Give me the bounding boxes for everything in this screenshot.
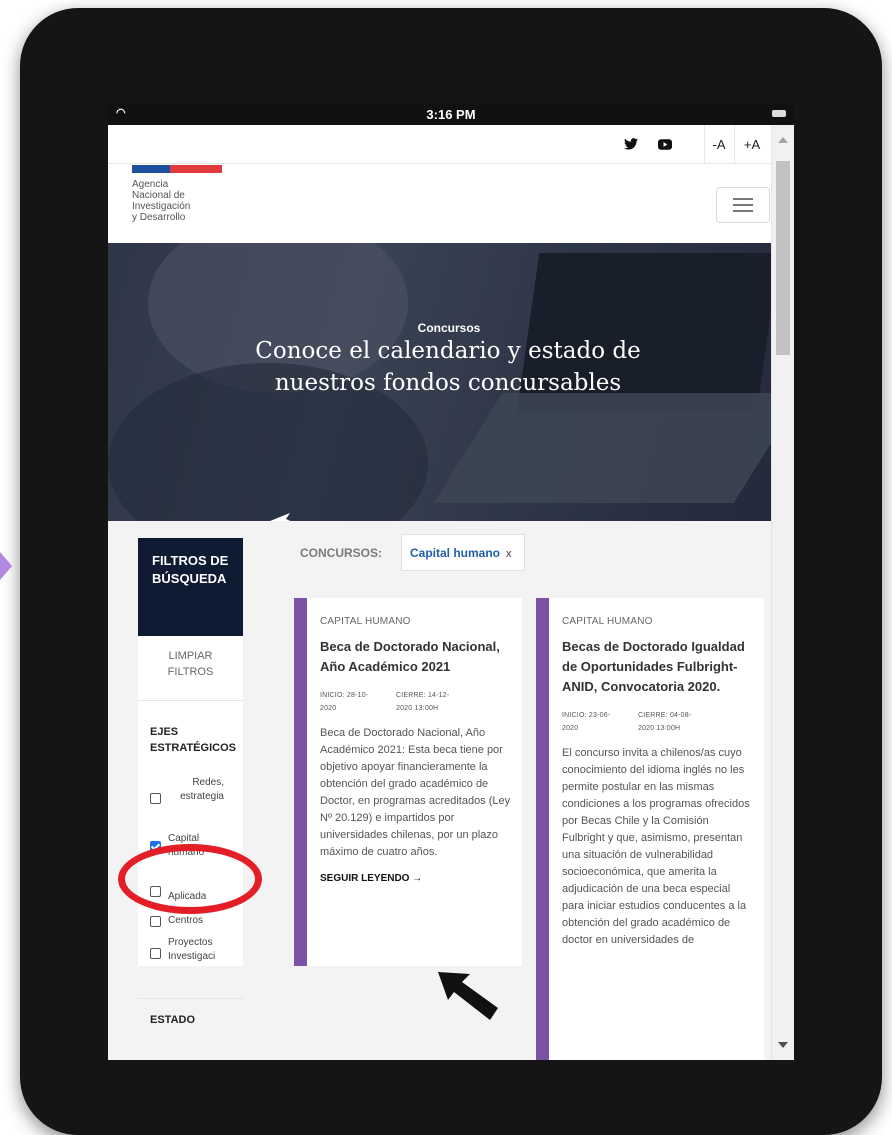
- web-page: -A +A Agencia Nacional de Investigación …: [108, 125, 772, 1060]
- section-ejes-estrategicos: EJES ESTRATÉGICOS: [150, 726, 236, 754]
- active-filter-tag[interactable]: Capital humano x: [401, 534, 525, 571]
- card-category: CAPITAL HUMANO: [320, 616, 411, 627]
- increase-font-button[interactable]: +A: [734, 125, 769, 163]
- active-filter-label: Capital humano: [410, 546, 501, 560]
- status-time: 3:16 PM: [426, 107, 476, 122]
- logo-line: Nacional de: [132, 190, 185, 201]
- hamburger-line: [733, 204, 753, 206]
- card-dates: INICIO: 23-06-2020 CIERRE: 04-08-2020 13…: [562, 709, 754, 735]
- scroll-down-icon[interactable]: [778, 1042, 788, 1048]
- card-category: CAPITAL HUMANO: [562, 616, 653, 627]
- hero-kicker: Concursos: [417, 321, 481, 335]
- card-description: El concurso invita a chilenos/as cuyo co…: [562, 747, 750, 946]
- status-bar: ◠ 3:16 PM: [108, 103, 794, 125]
- hero-title: Conoce el calendario y estado de nuestro…: [255, 338, 641, 396]
- concursos-label: CONCURSOS:: [300, 546, 383, 560]
- card-title[interactable]: Becas de Doctorado Igualdad de Oportunid…: [562, 637, 754, 697]
- logo-line: Agencia: [132, 179, 169, 190]
- remove-filter-icon[interactable]: x: [506, 548, 512, 560]
- filter-label: Centros: [168, 915, 204, 926]
- clear-filters-label: LIMPIAR FILTROS: [167, 650, 214, 678]
- battery-icon: [772, 110, 786, 117]
- annotation-arrow-left: [0, 552, 12, 580]
- white-cursor-arrow-icon: [270, 513, 291, 521]
- black-cursor-arrow-icon: [438, 972, 498, 1020]
- tablet-screen: ◠ 3:16 PM -A +A Agencia Nacional de Inve…: [108, 103, 794, 1060]
- scroll-up-icon[interactable]: [778, 137, 788, 143]
- filters-panel: LIMPIAR FILTROS EJES ESTRATÉGICOS Redes,…: [138, 636, 243, 1026]
- divider: [138, 700, 243, 701]
- filter-label: Proyectos Investigaci: [168, 937, 216, 962]
- contest-card[interactable]: CAPITAL HUMANO Beca de Doctorado Naciona…: [294, 598, 522, 966]
- card-dates: INICIO: 28-10-2020 CIERRE: 14-12-2020 13…: [320, 689, 512, 715]
- card-end-date: CIERRE: 04-08-2020 13:00H: [638, 712, 692, 732]
- logo-line: y Desarrollo: [132, 212, 186, 223]
- checkbox-icon[interactable]: [150, 916, 161, 927]
- anid-logo[interactable]: Agencia Nacional de Investigación y Desa…: [132, 165, 232, 243]
- logo-line: Investigación: [132, 201, 191, 212]
- logo-text: Agencia Nacional de Investigación y Desa…: [132, 179, 190, 223]
- twitter-icon[interactable]: [620, 125, 642, 163]
- clear-filters-button[interactable]: LIMPIAR FILTROS: [138, 648, 243, 680]
- checkbox-icon[interactable]: [150, 948, 161, 959]
- divider: [138, 998, 243, 999]
- vertical-scrollbar[interactable]: [771, 125, 794, 1060]
- utility-bar: -A +A: [108, 125, 772, 164]
- filter-proyectos-investigacion[interactable]: Proyectos Investigaci: [150, 936, 250, 976]
- highlight-circle-annotation: [118, 844, 262, 914]
- hamburger-line: [733, 198, 753, 200]
- hamburger-menu-button[interactable]: [716, 187, 770, 223]
- logo-flag-bar: [132, 165, 222, 173]
- read-more-link[interactable]: SEGUIR LEYENDO →: [320, 873, 512, 884]
- filter-label: Redes, estrategia: [180, 777, 224, 802]
- scroll-thumb[interactable]: [776, 161, 790, 355]
- contest-card[interactable]: CAPITAL HUMANO Becas de Doctorado Iguald…: [536, 598, 764, 1060]
- section-estado: ESTADO: [150, 1014, 196, 1026]
- filter-redes-estrategia[interactable]: Redes, estrategia: [150, 776, 250, 816]
- card-start-date: INICIO: 28-10-2020: [320, 692, 369, 712]
- checkbox-icon[interactable]: [150, 793, 161, 804]
- card-start-date: INICIO: 23-06-2020: [562, 712, 611, 732]
- filters-heading: FILTROS DE BÚSQUEDA: [138, 538, 243, 636]
- card-end-date: CIERRE: 14-12-2020 13:00H: [396, 692, 450, 712]
- card-title[interactable]: Beca de Doctorado Nacional, Año Académic…: [320, 637, 512, 677]
- hamburger-line: [733, 210, 753, 212]
- hero-banner: Concursos Conoce el calendario y estado …: [108, 243, 772, 521]
- youtube-icon[interactable]: [654, 125, 676, 163]
- card-description: Beca de Doctorado Nacional, Año Académic…: [320, 727, 511, 858]
- decrease-font-button[interactable]: -A: [704, 125, 733, 163]
